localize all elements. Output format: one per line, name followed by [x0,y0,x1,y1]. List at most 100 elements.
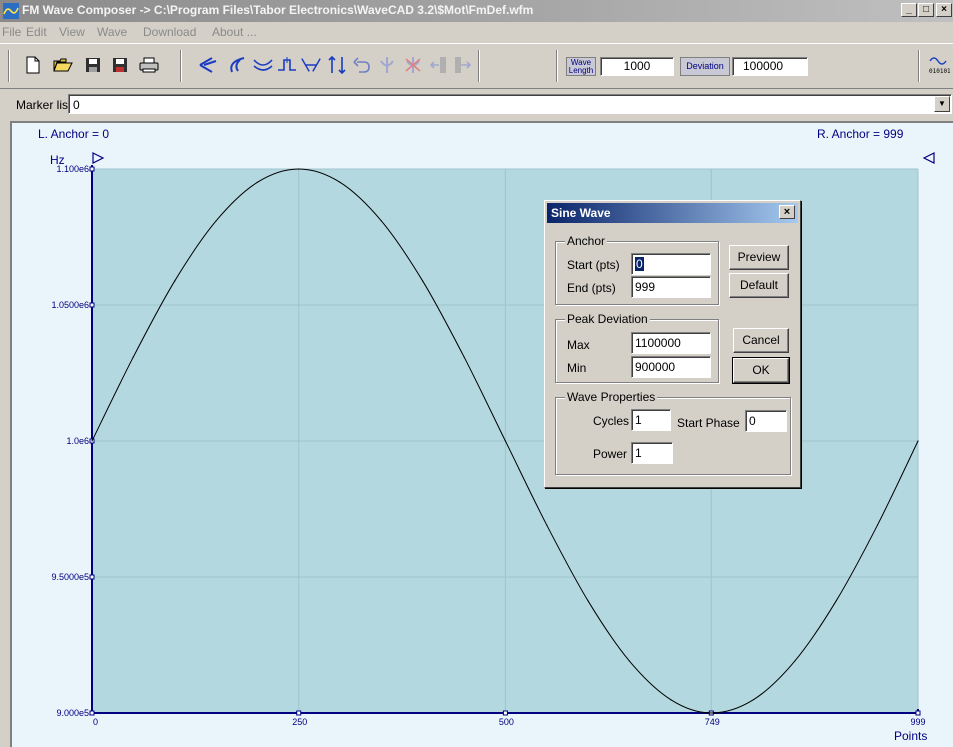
x-unit-label: Points [894,729,928,743]
save-as-icon[interactable] [110,54,132,76]
menu-edit[interactable]: Edit [26,25,47,39]
start-phase-input[interactable]: 0 [745,410,787,432]
sine-wave-point [546,524,548,526]
wave-length-label: Wave Length [566,57,596,76]
menu-view[interactable]: View [59,25,85,39]
y-tick-marker [89,166,95,172]
dialog-close-icon[interactable]: × [779,205,795,219]
sine-wave-point [132,356,134,358]
end-pts-label: End (pts) [567,281,616,295]
sine-wave-point [256,181,258,183]
sine-wave-point [794,660,796,662]
svg-text:010101: 010101 [929,68,950,75]
peak-deviation-group-label: Peak Deviation [565,312,650,326]
wave-length-input[interactable]: 1000 [600,57,674,76]
x-tick-marker [502,710,508,716]
deviation-input[interactable]: 100000 [732,57,808,76]
sine-wave-point [91,440,93,442]
start-pts-input[interactable]: 0 [631,253,711,275]
preview-button[interactable]: Preview [729,245,789,270]
app-icon [3,3,19,19]
x-tick-label: 0 [93,717,98,727]
sine-wave-point [504,440,507,442]
print-icon[interactable] [138,54,160,76]
sine-wave-point [917,440,919,442]
move-right-icon[interactable] [452,54,474,76]
marker-list-combo[interactable]: 0 ▼ [68,94,952,114]
toolbar: Wave Length 1000 Deviation 100000 010101 [0,43,953,89]
sine-wave-point [587,600,589,602]
marker-icon[interactable] [376,54,398,76]
marker-list-bar: Marker list 0 ▼ [0,90,953,116]
end-pts-input[interactable]: 999 [631,276,711,298]
menu-wave[interactable]: Wave [97,25,127,39]
vertical-arrows-icon[interactable] [326,54,348,76]
sine-wave-dialog: Sine Wave × Anchor Start (pts) 0 End (pt… [544,200,801,488]
anchor-group-label: Anchor [565,234,608,248]
sine-wave-point [215,220,217,222]
restore-button[interactable]: □ [918,3,934,17]
left-anchor-label: L. Anchor = 0 [38,127,110,141]
x-tick-marker [296,710,302,716]
download-wave-icon[interactable]: 010101 [928,54,950,76]
minimize-button[interactable]: _ [901,3,917,17]
x-tick-label: 250 [292,717,307,727]
ok-button[interactable]: OK [732,357,790,384]
title-bar[interactable]: FM Wave Composer -> C:\Program Files\Tab… [0,0,953,22]
move-left-icon[interactable] [428,54,450,76]
y-tick-label: 9.000e5 [56,708,89,718]
y-tick-marker [89,574,95,580]
sine-wave-point [710,712,712,714]
expand-icon[interactable] [300,54,322,76]
default-button[interactable]: Default [729,273,789,298]
save-icon[interactable] [82,54,104,76]
sine-wave-point [174,280,176,282]
right-anchor-label: R. Anchor = 999 [817,127,904,141]
wave-properties-group [555,397,791,475]
step-icon[interactable] [276,54,298,76]
menu-file[interactable]: File [2,25,21,39]
draw-curve-icon[interactable] [226,54,248,76]
sine-wave-point [752,699,755,701]
open-folder-icon[interactable] [52,54,74,76]
power-label: Power [593,447,628,461]
smooth-icon[interactable] [252,54,274,76]
y-tick-label: 1.0e6 [66,436,89,446]
toolbar-separator [180,50,182,82]
plot-canvas: 0 250 500 749 9991.100e61.0500e61.0e69.5000e… [51,152,935,727]
sine-wave-point [339,181,341,183]
toolbar-separator [918,50,920,82]
clear-marker-icon[interactable] [402,54,424,76]
menu-about[interactable]: About ... [212,25,257,39]
x-tick-label: 749 [705,717,720,727]
close-button[interactable]: × [936,3,952,17]
undo-icon[interactable] [350,54,372,76]
sine-wave-point [835,600,837,602]
x-tick-label: 999 [910,717,925,727]
chevron-down-icon[interactable]: ▼ [934,96,950,112]
sine-wave-point [670,699,672,701]
cancel-button[interactable]: Cancel [733,328,789,353]
y-tick-marker [89,302,95,308]
menu-download[interactable]: Download [143,25,196,39]
sine-wave-point [463,356,465,358]
x-tick-label: 500 [499,717,514,727]
dialog-title-bar[interactable]: Sine Wave × [547,203,798,223]
menu-bar: File Edit View Wave Download About ... [0,22,953,42]
start-pts-label: Start (pts) [567,258,620,272]
min-input[interactable]: 900000 [631,356,711,378]
power-input[interactable]: 1 [631,442,673,464]
cycles-input[interactable]: 1 [631,409,671,431]
sine-wave-point [628,660,631,662]
toolbar-separator [478,50,480,82]
new-file-icon[interactable] [22,54,44,76]
deviation-label: Deviation [680,57,730,76]
max-input[interactable]: 1100000 [631,332,711,354]
draw-line-icon[interactable] [198,54,220,76]
y-tick-label: 1.0500e6 [51,300,89,310]
window-title: FM Wave Composer -> C:\Program Files\Tab… [22,3,534,17]
waveform-plot[interactable]: 0 250 500 749 999 1.100e6 1.0500e6 1.0e6 9.5000e… [10,121,953,747]
fm-wave-composer-window: FM Wave Composer -> C:\Program Files\Tab… [0,0,953,747]
marker-list-label: Marker list [16,98,72,112]
sine-wave-point [298,168,300,170]
